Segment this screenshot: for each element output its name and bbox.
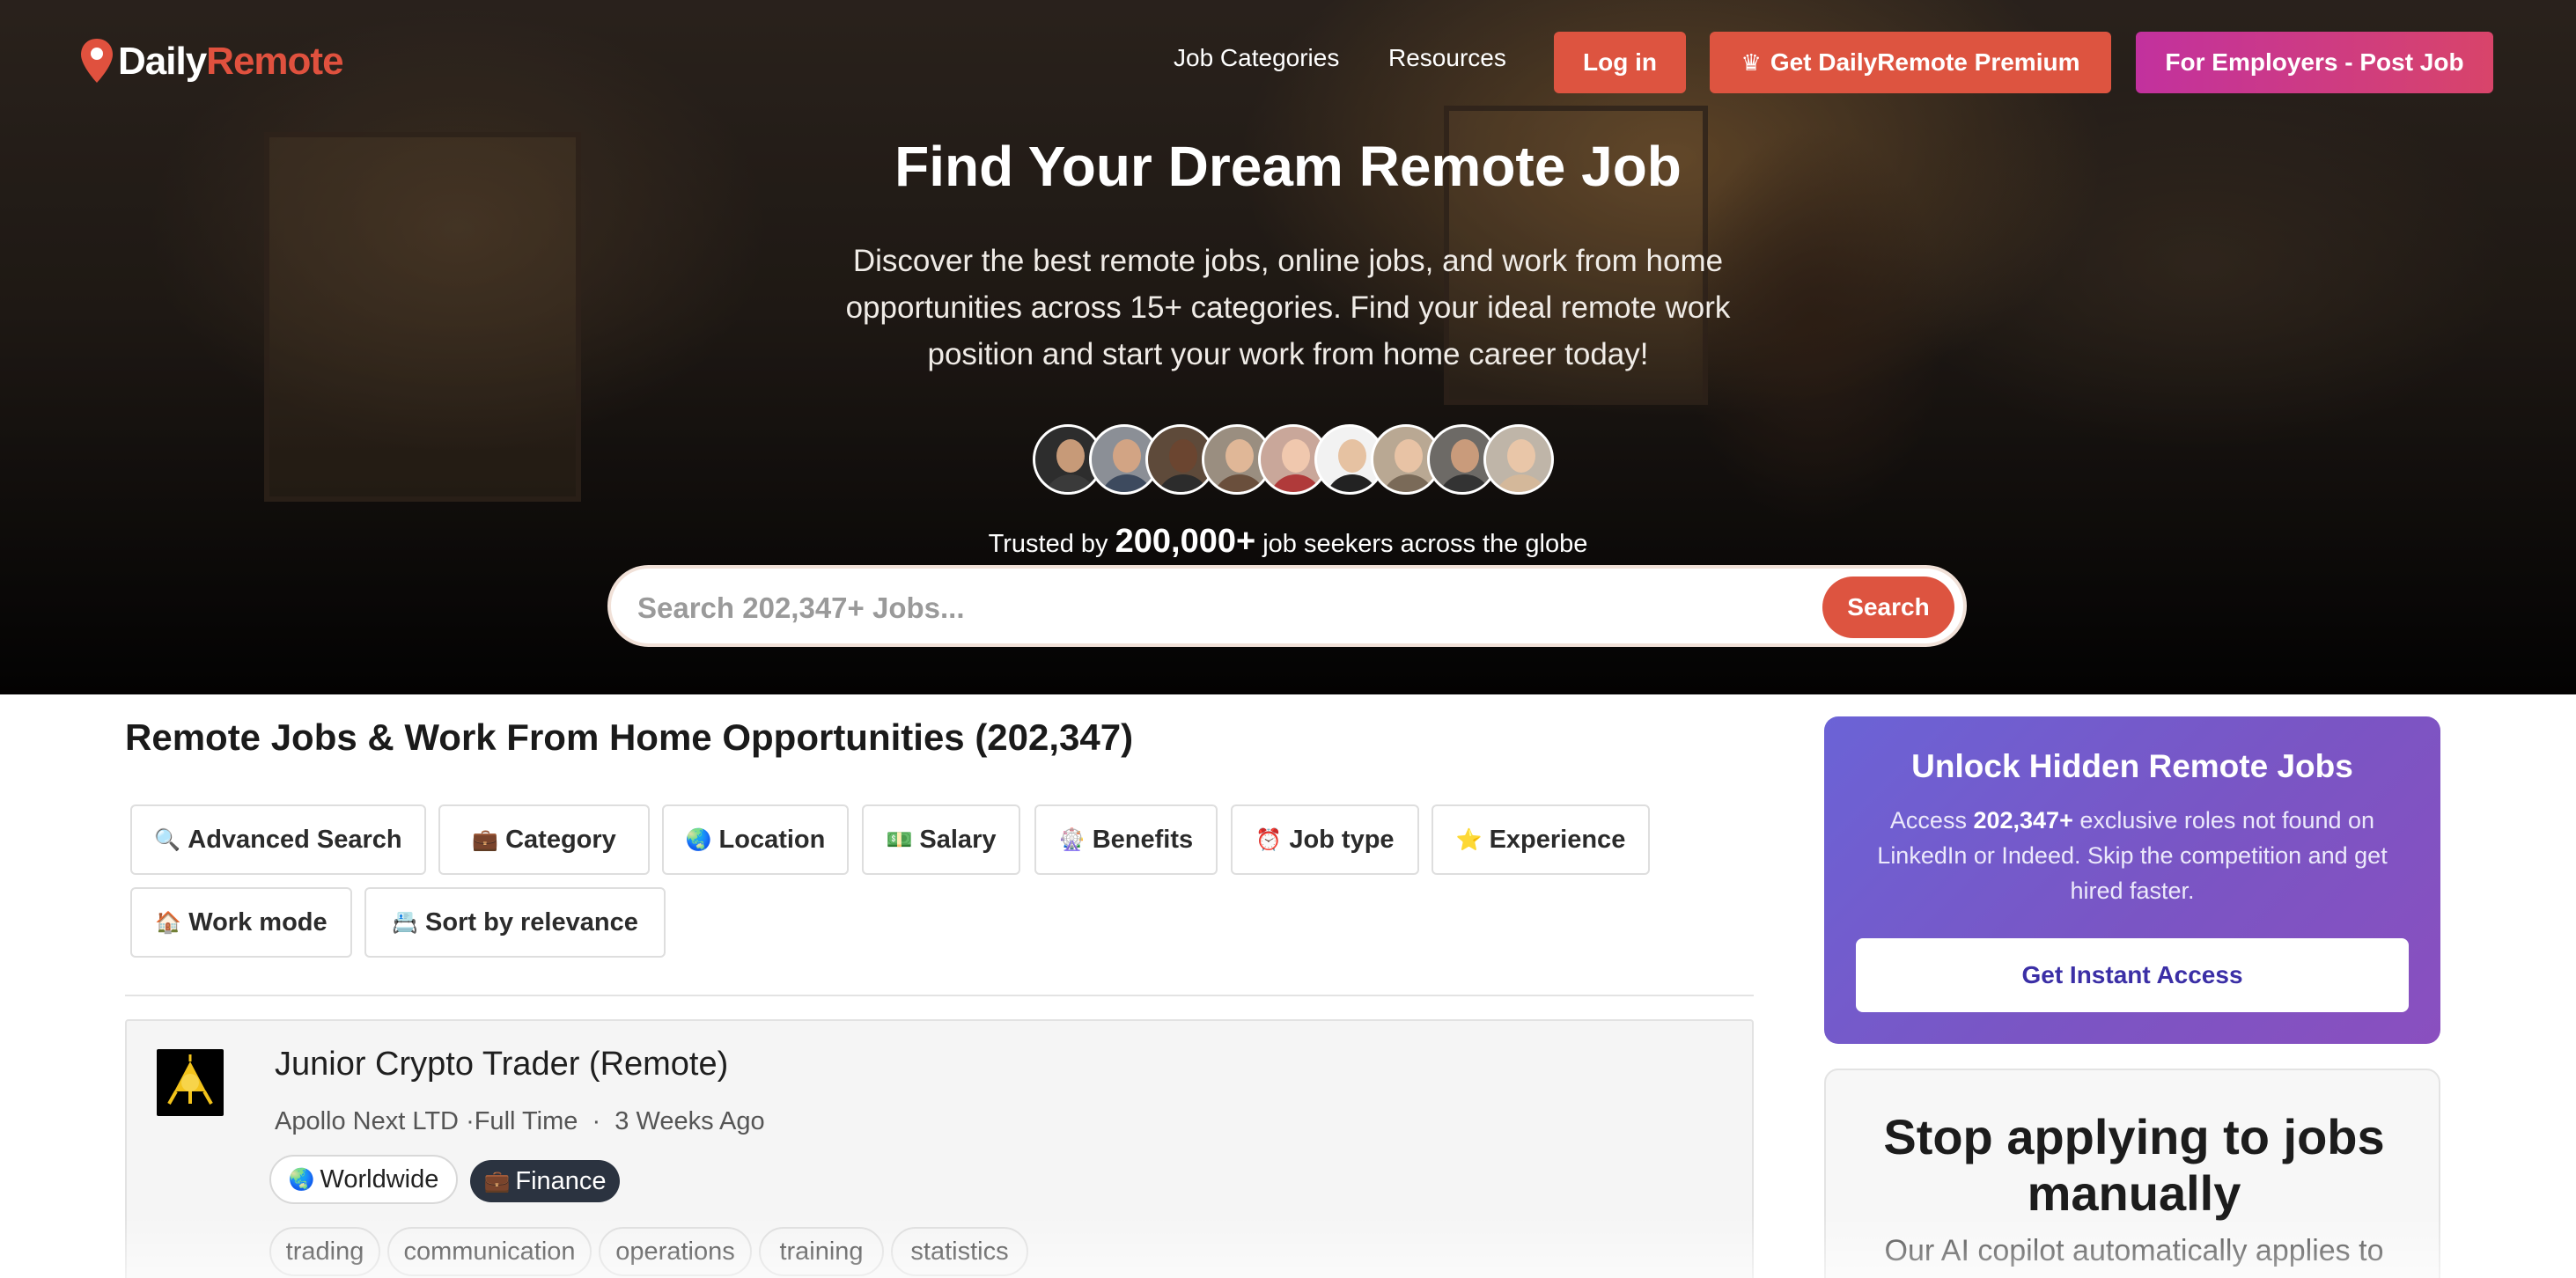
globe-icon: 🌏 (685, 827, 712, 852)
employers-post-job-button[interactable]: For Employers - Post Job (2136, 32, 2493, 93)
location-tag[interactable]: 🌏 Worldwide (269, 1155, 458, 1204)
avatar (1483, 424, 1554, 495)
copilot-text: Our AI copilot automatically applies to (1884, 1234, 2384, 1267)
promo-title: Unlock Hidden Remote Jobs (1911, 748, 2353, 784)
skill-tag[interactable]: communication (387, 1227, 592, 1276)
posted-date: 3 Weeks Ago (615, 1107, 765, 1135)
company-logo (157, 1049, 224, 1116)
search-icon: 🔍 (154, 827, 181, 852)
search-button[interactable]: Search (1822, 577, 1954, 638)
skill-tag[interactable]: trading (269, 1227, 380, 1276)
promo-count: 202,347+ (1973, 807, 2073, 834)
divider (125, 995, 1754, 996)
globe-icon: 🌏 (288, 1167, 315, 1192)
filter-location[interactable]: 🌏 Location (662, 804, 849, 875)
unlock-jobs-promo: Unlock Hidden Remote Jobs Access 202,347… (1824, 716, 2440, 1044)
filter-job-type[interactable]: ⏰ Job type (1231, 804, 1419, 875)
star-icon: ⭐ (1455, 827, 1483, 852)
job-title[interactable]: Junior Crypto Trader (Remote) (275, 1046, 728, 1083)
briefcase-icon: 💼 (472, 827, 499, 852)
job-card[interactable]: Junior Crypto Trader (Remote) Apollo Nex… (125, 1019, 1754, 1278)
job-meta: Apollo Next LTD ·Full Time · 3 Weeks Ago (275, 1107, 765, 1136)
logo-text: DailyRemote (118, 40, 344, 83)
job-type: ·Full Time (466, 1107, 578, 1135)
filter-experience[interactable]: ⭐ Experience (1432, 804, 1650, 875)
hero-section: DailyRemote Job Categories Resources Log… (0, 0, 2576, 694)
filter-category[interactable]: 💼 Category (438, 804, 650, 875)
card-index-icon: 📇 (392, 910, 419, 935)
search-input[interactable] (637, 586, 1782, 630)
skill-tag[interactable]: training (759, 1227, 884, 1276)
ferris-wheel-icon: 🎡 (1058, 827, 1086, 852)
filter-advanced-search[interactable]: 🔍 Advanced Search (130, 804, 426, 875)
get-instant-access-button[interactable]: Get Instant Access (1856, 938, 2409, 1012)
avatar-group (1033, 424, 1554, 495)
trusted-count: 200,000+ (1115, 523, 1256, 560)
skill-tag[interactable]: statistics (891, 1227, 1028, 1276)
map-pin-icon (79, 37, 114, 86)
sort-by-relevance[interactable]: 📇 Sort by relevance (364, 887, 666, 958)
logo[interactable]: DailyRemote (79, 35, 344, 88)
page-title: Remote Jobs & Work From Home Opportuniti… (125, 716, 1134, 758)
company-name[interactable]: Apollo Next LTD (275, 1107, 459, 1135)
search-bar: Search (607, 565, 1967, 647)
copilot-title: Stop applying to jobs manually (1883, 1109, 2385, 1221)
nav-resources[interactable]: Resources (1388, 44, 1506, 72)
briefcase-icon: 💼 (483, 1169, 511, 1194)
promo-text: Access 202,347+ exclusive roles not foun… (1877, 807, 2388, 904)
category-tag[interactable]: 💼 Finance (470, 1160, 620, 1202)
hero-subtitle: Discover the best remote jobs, online jo… (845, 244, 1731, 371)
crown-icon: ♛ (1741, 48, 1762, 76)
alarm-clock-icon: ⏰ (1255, 827, 1283, 852)
premium-button[interactable]: ♛ Get DailyRemote Premium (1710, 32, 2111, 93)
meta-separator: · (592, 1107, 601, 1135)
nav-job-categories[interactable]: Job Categories (1174, 44, 1339, 72)
login-button[interactable]: Log in (1554, 32, 1686, 93)
filter-work-mode[interactable]: 🏠 Work mode (130, 887, 352, 958)
filter-salary[interactable]: 💵 Salary (862, 804, 1020, 875)
lunar-lander-icon (167, 1054, 213, 1105)
filter-benefits[interactable]: 🎡 Benefits (1034, 804, 1218, 875)
ai-copilot-card: Stop applying to jobs manually Our AI co… (1824, 1069, 2440, 1278)
skill-tag[interactable]: operations (599, 1227, 752, 1276)
money-icon: 💵 (886, 827, 913, 852)
trusted-by-text: Trusted by 200,000+ job seekers across t… (988, 523, 1588, 560)
hero-title: Find Your Dream Remote Job (894, 135, 1682, 198)
premium-button-label: Get DailyRemote Premium (1770, 48, 2080, 76)
house-icon: 🏠 (155, 910, 182, 935)
